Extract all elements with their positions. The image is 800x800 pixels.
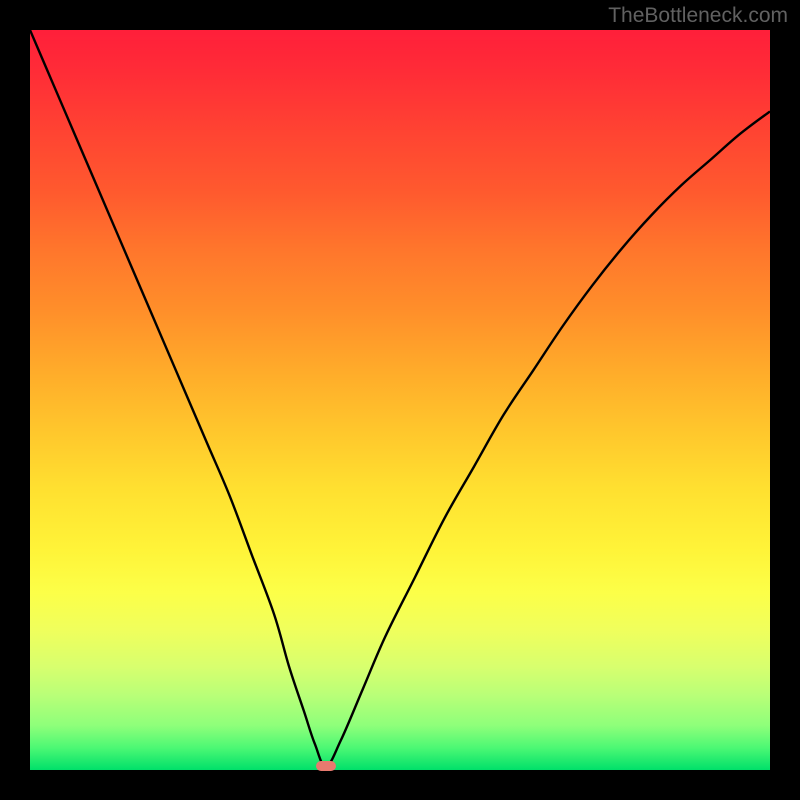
minimum-marker — [316, 761, 336, 771]
chart-plot-area — [30, 30, 770, 770]
watermark-text: TheBottleneck.com — [608, 4, 788, 28]
bottleneck-curve — [30, 30, 770, 770]
